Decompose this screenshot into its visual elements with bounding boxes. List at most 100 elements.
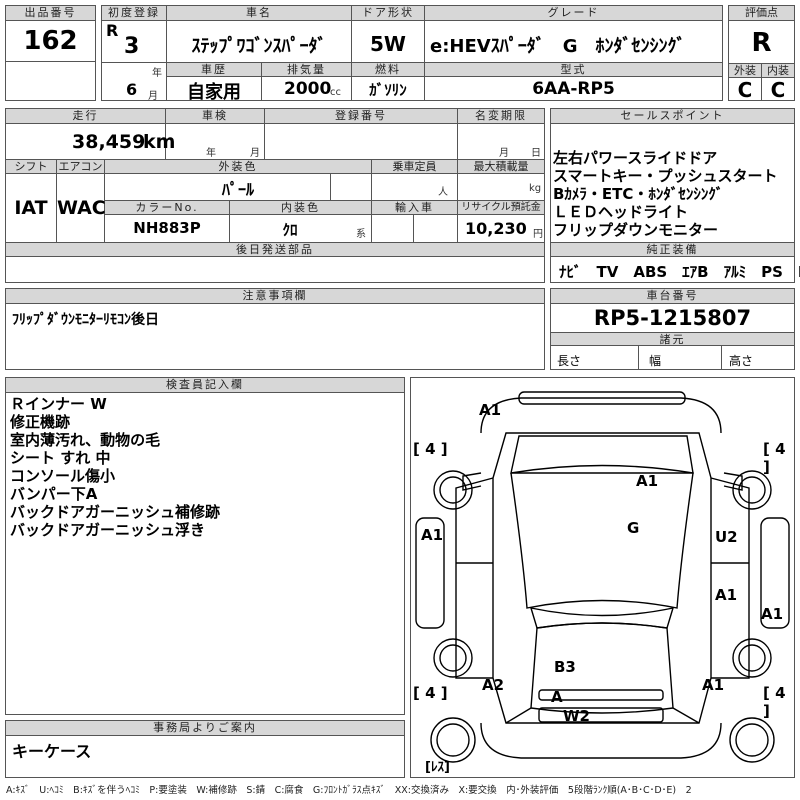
import-label: 輸入車: [372, 201, 457, 215]
width-label: 幅: [649, 354, 662, 368]
tire-rear-right: [ 4 ]: [763, 684, 786, 720]
sales-points-box: セールスポイント 左右パワースライドドア スマートキー・プッシュスタート Bｶﾒ…: [550, 108, 800, 283]
displacement-unit: cc: [330, 87, 341, 98]
damage-mark: A1: [761, 605, 784, 623]
door-label: ドア形状: [352, 6, 424, 21]
chassis-box: 車台番号 RP5-1215807 諸元 長さ 幅 高さ: [550, 288, 795, 370]
inspector-notes: Ｒインナー W 修正機跡 室内薄汚れ、動物の毛 シート すれ 中 コンソール傷小…: [10, 395, 220, 539]
name-change-label: 名変期限: [458, 109, 544, 124]
mileage: 38,459: [72, 131, 146, 153]
score: R: [751, 28, 772, 58]
max-load-label: 最大積載量: [458, 160, 544, 174]
recycle-fee: 10,230: [465, 219, 527, 238]
damage-mark: A2: [482, 676, 505, 694]
damage-mark: U2: [715, 528, 738, 546]
notes-label: 注意事項欄: [6, 289, 544, 304]
damage-mark: A1: [479, 401, 502, 419]
tire-front-left: [ 4 ]: [413, 440, 448, 458]
interior-color: ｸﾛ: [282, 221, 298, 239]
name-change-day-unit: 日: [531, 148, 541, 159]
chassis-label: 車台番号: [551, 289, 794, 304]
air-conditioner: WAC: [57, 197, 106, 219]
shift: IAT: [14, 197, 48, 219]
sales-point: スマートキー・プッシュスタート: [553, 167, 778, 185]
damage-diagram: [ 4 ] [ 4 ] [ 4 ] [ 4 ] [ﾚｽ] A1 A1 A1 G …: [410, 377, 795, 778]
grade-label: グレード: [425, 6, 722, 21]
interior-label: 内装: [762, 64, 794, 78]
exterior-color-label: 外装色: [105, 160, 371, 174]
inspector-line: 修正機跡: [10, 413, 71, 431]
exterior-color: ﾊﾟｰﾙ: [221, 180, 254, 199]
office-label: 事務局よりご案内: [6, 721, 404, 736]
inspection-month-unit: 月: [250, 148, 260, 159]
header-grid: 初度登録 車名 ドア形状 グレード R 3 年 ｽﾃｯﾌﾟﾜｺﾞﾝｽﾊﾟｰﾀﾞ …: [101, 5, 723, 103]
equipment-label: 純正装備: [551, 243, 794, 257]
era: R: [106, 21, 119, 40]
vehicle-info-grid: 走行 車検 登録番号 名変期限 38,459 km 年 月 月 日 シフト エア…: [5, 108, 545, 283]
tire-spare: [ﾚｽ]: [425, 760, 450, 775]
door-type: 5W: [370, 32, 406, 56]
car-name: ｽﾃｯﾌﾟﾜｺﾞﾝｽﾊﾟｰﾀﾞ: [191, 36, 327, 57]
first-reg-label: 初度登録: [102, 6, 166, 21]
mileage-label: 走行: [6, 109, 165, 124]
recycle-unit: 円: [533, 229, 543, 240]
inspector-label: 検査員記入欄: [6, 378, 404, 393]
color-number: NH883P: [133, 219, 201, 237]
fuel: ｶﾞｿﾘﾝ: [369, 81, 407, 99]
sales-points-list: 左右パワースライドドア スマートキー・プッシュスタート Bｶﾒﾗ・ETC・ﾎﾝﾀ…: [553, 149, 778, 239]
notes-text: ﾌﾘｯﾌﾟﾀﾞｳﾝﾓﾆﾀｰﾘﾓｺﾝ後日: [12, 312, 159, 328]
inspector-line: コンソール傷小: [10, 467, 116, 485]
office-box: 事務局よりご案内 キーケース: [5, 720, 405, 778]
inspector-box: 検査員記入欄 Ｒインナー W 修正機跡 室内薄汚れ、動物の毛 シート すれ 中 …: [5, 377, 405, 715]
equipment: ﾅﾋﾞ TV ABS ｴｱB ｱﾙﾐ PS PW: [559, 263, 800, 281]
later-parts-label: 後日発送部品: [6, 243, 544, 257]
damage-mark: G: [627, 519, 640, 537]
history-label: 車歴: [167, 63, 261, 77]
interior-color-label: 内装色: [230, 201, 371, 215]
auction-sheet: { "header": { "lot_no_label": "出品番号", "l…: [0, 0, 800, 800]
inspector-line: シート すれ 中: [10, 449, 111, 467]
name-change-month-unit: 月: [499, 148, 509, 159]
car-name-label: 車名: [167, 6, 351, 21]
color-number-label: カラーNo.: [105, 201, 229, 215]
inspection-label: 車検: [166, 109, 264, 124]
sales-point: Bｶﾒﾗ・ETC・ﾎﾝﾀﾞｾﾝｼﾝｸﾞ: [553, 185, 724, 203]
lot-number-cell: 出品番号 162: [5, 5, 96, 101]
displacement: 2000: [284, 79, 332, 99]
exterior-label: 外装: [729, 64, 761, 78]
lot-number-label: 出品番号: [6, 6, 95, 21]
damage-mark: A1: [702, 676, 725, 694]
shift-label: シフト: [6, 160, 56, 174]
car-outline: [415, 391, 790, 763]
displacement-label: 排気量: [262, 63, 351, 77]
inspector-line: 室内薄汚れ、動物の毛: [10, 431, 161, 449]
ac-label: エアコン: [57, 160, 104, 174]
model-code: 6AA-RP5: [532, 79, 615, 99]
model-label: 型式: [425, 63, 722, 77]
damage-mark: A1: [421, 526, 444, 544]
score-label: 評価点: [729, 6, 794, 21]
damage-mark: A1: [636, 472, 659, 490]
office-text: キーケース: [12, 742, 92, 761]
sales-points-label: セールスポイント: [551, 109, 794, 124]
notes-box: 注意事項欄 ﾌﾘｯﾌﾟﾀﾞｳﾝﾓﾆﾀｰﾘﾓｺﾝ後日: [5, 288, 545, 370]
capacity-label: 乗車定員: [372, 160, 457, 174]
tire-front-right: [ 4 ]: [763, 440, 786, 476]
registration-label: 登録番号: [265, 109, 457, 124]
height-label: 高さ: [729, 354, 754, 368]
inspector-line: バックドアガーニッシュ浮き: [10, 521, 206, 539]
inspection-year-unit: 年: [206, 148, 216, 159]
sales-point: 左右パワースライドドア: [553, 149, 718, 167]
grade: e:HEVｽﾊﾟｰﾀﾞ G ﾎﾝﾀﾞｾﾝｼﾝｸﾞ: [430, 36, 686, 57]
interior-color-unit: 系: [356, 229, 366, 240]
tire-rear-left: [ 4 ]: [413, 684, 448, 702]
inspector-line: Ｒインナー W: [10, 395, 107, 413]
mileage-unit: km: [143, 131, 176, 153]
lot-number: 162: [23, 26, 78, 56]
damage-mark: W2: [563, 707, 590, 725]
interior-grade: C: [770, 78, 786, 102]
damage-mark: A: [551, 688, 563, 706]
score-cell: 評価点 R 外装 内装 C C: [728, 5, 795, 102]
max-load-unit: kg: [529, 183, 542, 194]
inspector-line: バンパー下A: [10, 485, 98, 503]
